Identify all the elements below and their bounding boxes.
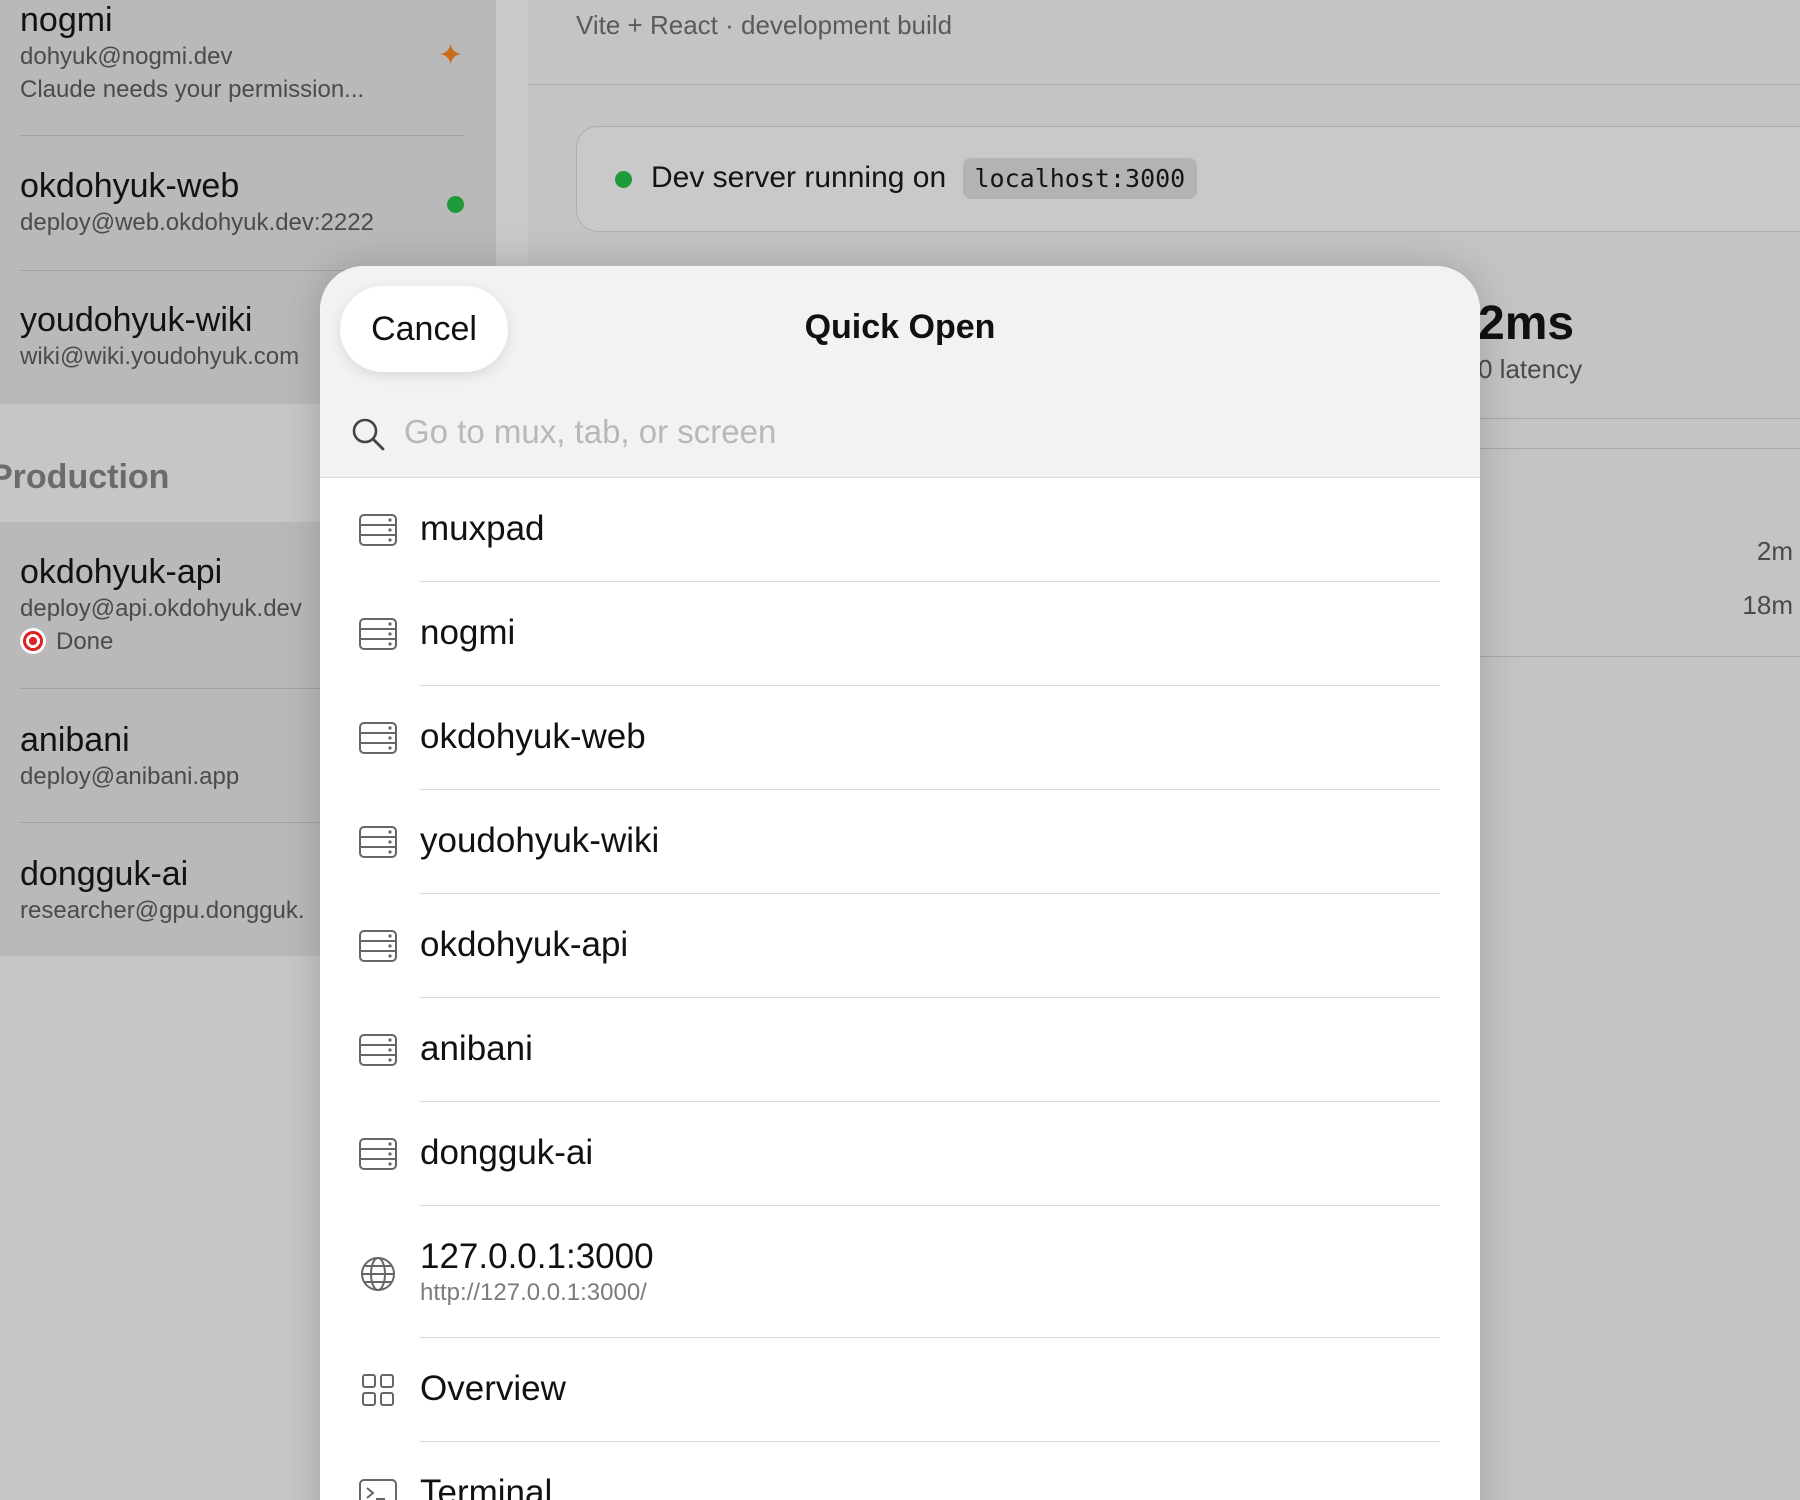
host-name: okdohyuk-web xyxy=(20,167,240,205)
list-item-youdohyuk-wiki[interactable]: youdohyuk-wiki xyxy=(320,790,1480,894)
search-icon xyxy=(352,418,385,451)
item-label: okdohyuk-web xyxy=(420,717,646,756)
dev-server-card: Dev server running on localhost:3000 xyxy=(576,126,1800,232)
timestamp: 18m xyxy=(1742,590,1793,620)
server-icon xyxy=(359,722,397,754)
host-status: Claude needs your permission... xyxy=(20,76,365,103)
divider xyxy=(20,135,464,136)
list-item-okdohyuk-web[interactable]: okdohyuk-web xyxy=(320,686,1480,790)
host-name: nogmi xyxy=(20,1,113,39)
server-icon xyxy=(359,826,397,858)
divider xyxy=(528,84,1800,85)
quick-open-header: Cancel Quick Open xyxy=(320,266,1480,478)
item-label: okdohyuk-api xyxy=(420,925,629,964)
list-item-nogmi[interactable]: nogmi xyxy=(320,582,1480,686)
list-item-okdohyuk-api[interactable]: okdohyuk-api xyxy=(320,894,1480,998)
host-address: dohyuk@nogmi.dev xyxy=(20,43,233,70)
search-input[interactable] xyxy=(404,404,1444,460)
server-address-chip[interactable]: localhost:3000 xyxy=(962,158,1198,199)
list-item-browser-tab[interactable]: 127.0.0.1:3000 http://127.0.0.1:3000/ xyxy=(320,1206,1480,1338)
list-item-anibani[interactable]: anibani xyxy=(320,998,1480,1102)
timestamp: 2m xyxy=(1756,536,1793,566)
sidebar-item-nogmi[interactable]: nogmi dohyuk@nogmi.dev Claude needs your… xyxy=(20,0,464,106)
item-label: Overview xyxy=(420,1369,566,1408)
list-item-terminal[interactable]: Terminal xyxy=(320,1442,1480,1500)
list-item-overview[interactable]: Overview xyxy=(320,1338,1480,1442)
latency-value: 2ms xyxy=(1478,297,1575,350)
server-icon xyxy=(359,1034,397,1066)
host-status-text: Done xyxy=(56,628,114,655)
sidebar-item-okdohyuk-web[interactable]: okdohyuk-web deploy@web.okdohyuk.dev:222… xyxy=(20,166,464,239)
list-item-dongguk-ai[interactable]: dongguk-ai xyxy=(320,1102,1480,1206)
server-icon xyxy=(359,930,397,962)
server-status: Dev server running on localhost:3000 xyxy=(651,158,1198,199)
grid-icon xyxy=(362,1374,394,1406)
target-icon xyxy=(20,628,46,654)
item-label: dongguk-ai xyxy=(420,1133,594,1172)
globe-icon xyxy=(361,1257,395,1291)
sparkle-icon: ✦ xyxy=(438,39,464,72)
server-icon xyxy=(359,514,397,546)
divider xyxy=(1478,448,1800,449)
quick-open-sheet: Cancel Quick Open muxpad nogmi okdohyuk-… xyxy=(320,266,1480,1500)
item-sublabel: http://127.0.0.1:3000/ xyxy=(420,1279,647,1306)
item-label: Terminal xyxy=(420,1473,553,1500)
item-label: 127.0.0.1:3000 xyxy=(420,1237,654,1276)
sheet-title: Quick Open xyxy=(804,308,996,346)
list-item-muxpad[interactable]: muxpad xyxy=(320,478,1480,582)
quick-open-list: muxpad nogmi okdohyuk-web youdohyuk-wiki… xyxy=(320,478,1480,1500)
item-label: youdohyuk-wiki xyxy=(420,821,660,860)
latency-label: 0 latency xyxy=(1478,354,1583,384)
item-label: nogmi xyxy=(420,613,516,652)
item-label: muxpad xyxy=(420,509,545,548)
server-status-dot xyxy=(615,171,632,188)
divider xyxy=(1478,656,1800,657)
server-status-text: Dev server running on xyxy=(651,161,947,194)
server-icon xyxy=(359,1138,397,1170)
terminal-icon xyxy=(359,1479,397,1500)
item-label: anibani xyxy=(420,1029,533,1068)
online-status-dot xyxy=(447,196,464,213)
server-icon xyxy=(359,618,397,650)
host-address: deploy@web.okdohyuk.dev:2222 xyxy=(20,209,374,236)
sidebar-section-production: Production xyxy=(0,458,170,496)
build-info: Vite + React · development build xyxy=(576,10,953,40)
divider xyxy=(1478,418,1800,419)
